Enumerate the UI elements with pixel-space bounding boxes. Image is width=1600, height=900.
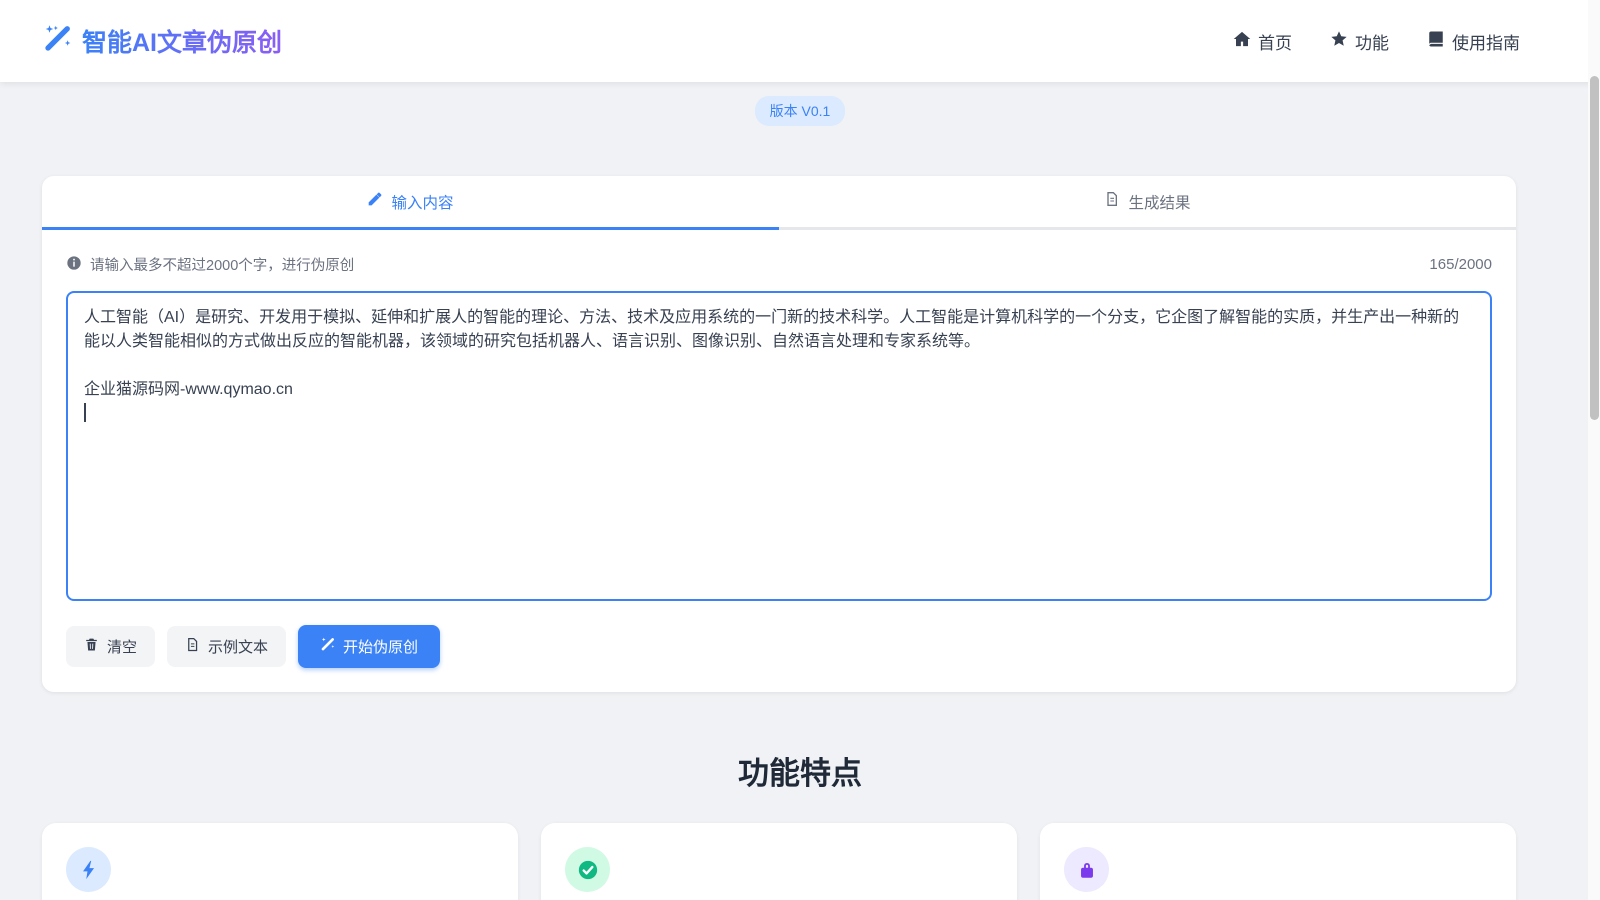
tab-label: 生成结果 [1128,191,1190,213]
scrollbar[interactable] [1588,0,1600,900]
feature-card-speed [42,823,518,900]
lock-icon [1064,847,1109,892]
nav-item-guide[interactable]: 使用指南 [1427,29,1520,54]
nav-item-label: 功能 [1355,29,1389,54]
pencil-icon [367,191,383,212]
features-section-title: 功能特点 [0,748,1600,793]
nav-item-home[interactable]: 首页 [1233,29,1292,54]
nav-item-label: 首页 [1258,29,1292,54]
lightning-icon [66,847,111,892]
tab-input-content[interactable]: 输入内容 [42,176,779,230]
clear-button-label: 清空 [107,636,137,657]
tab-bar: 输入内容 生成结果 [42,176,1516,230]
check-circle-icon [565,847,610,892]
article-input-textarea[interactable]: 人工智能（AI）是研究、开发用于模拟、延伸和扩展人的智能的理论、方法、技术及应用… [66,291,1492,601]
start-rewrite-button-label: 开始伪原创 [343,636,418,657]
magic-wand-icon [42,24,72,59]
info-icon [66,255,82,275]
example-text-button-label: 示例文本 [208,636,268,657]
char-counter: 165/2000 [1429,256,1492,273]
editor-card: 输入内容 生成结果 请输入最多不超过2 [42,176,1516,692]
clear-button[interactable]: 清空 [66,626,155,667]
app-title: 智能AI文章伪原创 [82,23,282,59]
editor-actions: 清空 示例文本 开始伪 [66,625,1492,668]
tab-label: 输入内容 [391,191,453,213]
feature-cards [42,823,1516,900]
tab-generated-result[interactable]: 生成结果 [779,176,1516,230]
feature-card-quality [541,823,1017,900]
example-text-button[interactable]: 示例文本 [167,626,286,667]
version-badge: 版本 V0.1 [755,96,846,126]
text-cursor [84,403,86,422]
nav-item-features[interactable]: 功能 [1330,29,1389,54]
input-hint-text: 请输入最多不超过2000个字，进行伪原创 [90,254,354,275]
input-hint: 请输入最多不超过2000个字，进行伪原创 [66,254,354,275]
main-nav: 首页 功能 使用指南 [1233,29,1520,54]
feature-card-privacy [1040,823,1516,900]
nav-item-label: 使用指南 [1452,29,1520,54]
trash-icon [84,637,99,656]
start-rewrite-button[interactable]: 开始伪原创 [298,625,440,668]
scrollbar-thumb[interactable] [1590,76,1599,420]
document-icon [185,637,200,656]
header: 智能AI文章伪原创 首页 功能 使用指南 [0,0,1600,82]
star-icon [1330,30,1348,53]
textarea-content: 人工智能（AI）是研究、开发用于模拟、延伸和扩展人的智能的理论、方法、技术及应用… [84,309,1459,398]
badge-row: 版本 V0.1 [0,96,1600,126]
magic-wand-icon [320,637,335,656]
app-logo[interactable]: 智能AI文章伪原创 [42,23,282,59]
home-icon [1233,30,1251,53]
hint-row: 请输入最多不超过2000个字，进行伪原创 165/2000 [66,254,1492,275]
editor-card-body: 请输入最多不超过2000个字，进行伪原创 165/2000 人工智能（AI）是研… [42,230,1516,692]
document-icon [1104,191,1120,212]
book-icon [1427,30,1445,53]
